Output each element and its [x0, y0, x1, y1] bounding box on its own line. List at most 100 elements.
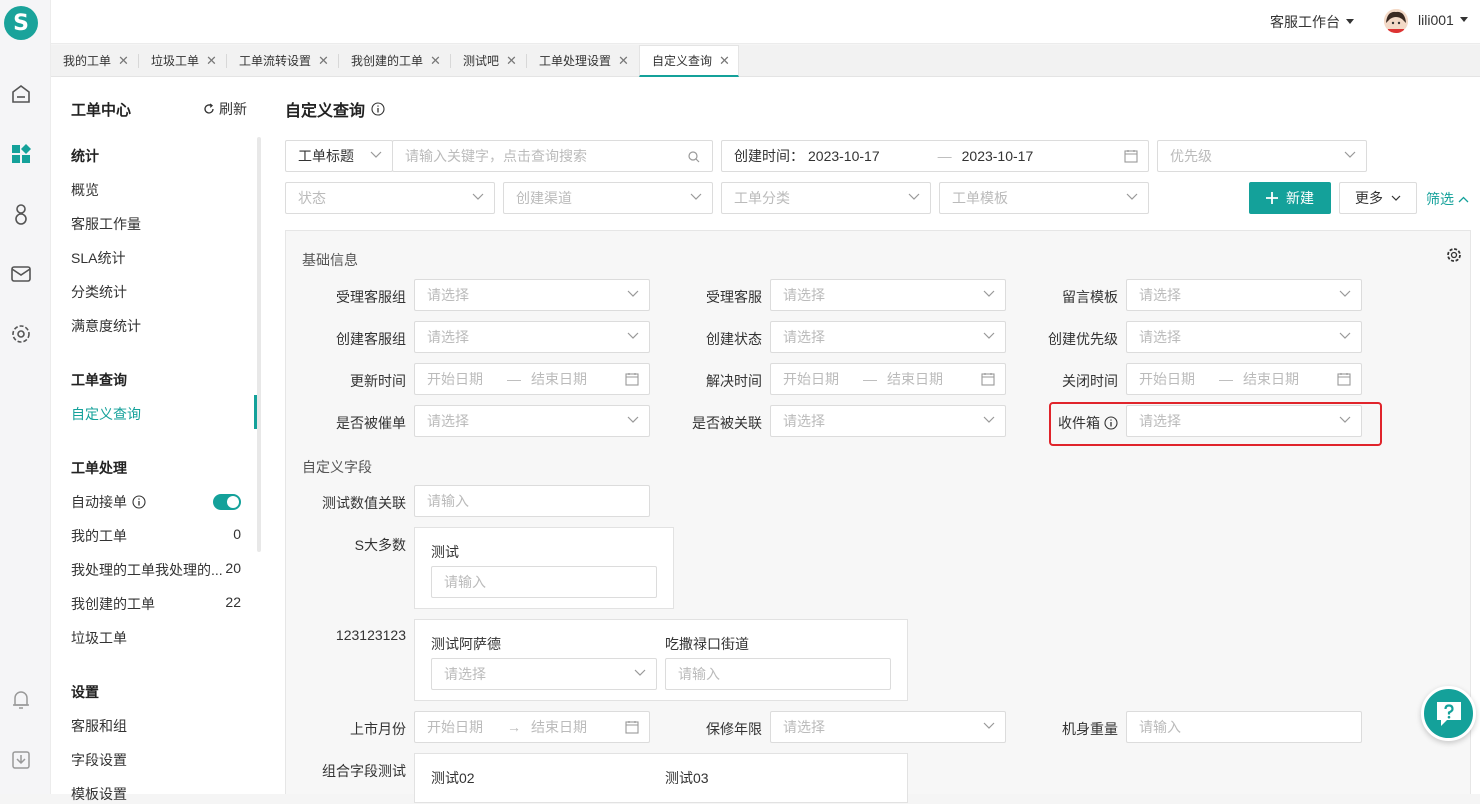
tab-flow-settings[interactable]: 工单流转设置 ✕ — [227, 45, 329, 76]
subfield-label: 测试 — [431, 544, 459, 560]
sidebar: 工单中心 刷新 统计 概览 客服工作量 SLA统计 分类统计 满意度统计 工单查… — [51, 77, 261, 802]
select-placeholder: 请选择 — [783, 719, 825, 735]
main-content: 自定义查询 工单标题 请输入关键字，点击查询搜索 创建时间： 2023-10-1… — [261, 77, 1480, 803]
urged-select[interactable]: 请选择 — [414, 405, 650, 437]
settings-gear-icon[interactable] — [8, 321, 34, 347]
sidebar-item-agents-groups[interactable]: 客服和组 — [71, 716, 241, 736]
chevron-down-icon — [1391, 195, 1401, 201]
range-separator: — — [937, 148, 952, 164]
sidebar-item-sla[interactable]: SLA统计 — [71, 248, 241, 268]
help-chat-icon — [1436, 701, 1461, 726]
agent-group-select[interactable]: 请选择 — [414, 279, 650, 311]
close-icon[interactable]: ✕ — [618, 53, 629, 69]
agent-select[interactable]: 请选择 — [770, 279, 1006, 311]
chevron-up-icon — [1458, 196, 1469, 202]
update-time-range[interactable]: 开始日期 — 结束日期 — [414, 363, 650, 395]
tab-label: 我创建的工单 — [351, 54, 424, 68]
field-label: 组合字段测试 — [322, 763, 406, 779]
create-priority-select[interactable]: 请选择 — [1126, 321, 1362, 353]
status-select[interactable]: 状态 — [285, 182, 495, 214]
sidebar-item-custom-query[interactable]: 自定义查询 — [71, 404, 241, 424]
bell-icon[interactable] — [8, 687, 34, 713]
search-icon[interactable] — [688, 151, 700, 163]
caret-down-icon — [1459, 17, 1468, 22]
app-logo[interactable]: S — [4, 6, 38, 40]
close-icon[interactable]: ✕ — [506, 53, 517, 69]
user-name: lili001 — [1418, 12, 1454, 28]
message-template-select[interactable]: 请选择 — [1126, 279, 1362, 311]
chevron-down-icon — [983, 290, 995, 297]
weight-input[interactable]: 请输入 — [1126, 711, 1362, 743]
page-title-text: 自定义查询 — [285, 103, 366, 120]
refresh-button[interactable]: 刷新 — [203, 99, 247, 119]
sidebar-item-template-settings[interactable]: 模板设置 — [71, 784, 241, 804]
template-select[interactable]: 工单模板 — [939, 182, 1149, 214]
sidebar-item-my-tickets[interactable]: 我的工单 0 — [71, 526, 241, 546]
sidebar-item-workload[interactable]: 客服工作量 — [71, 214, 241, 234]
s-sub-input[interactable]: 请输入 — [431, 566, 657, 598]
sidebar-item-handled-tickets[interactable]: 我处理的工单我处理的... 20 — [71, 560, 241, 580]
close-icon[interactable]: ✕ — [430, 53, 441, 69]
warranty-select[interactable]: 请选择 — [770, 711, 1006, 743]
field-label: 解决时间 — [706, 373, 762, 389]
close-icon[interactable]: ✕ — [206, 53, 217, 69]
home-icon[interactable] — [8, 81, 34, 107]
count-badge: 22 — [225, 594, 241, 610]
channel-select[interactable]: 创建渠道 — [503, 182, 713, 214]
sidebar-item-overview[interactable]: 概览 — [71, 180, 241, 200]
sidebar-item-label: 满意度统计 — [71, 318, 141, 334]
help-chat-button[interactable] — [1421, 686, 1476, 741]
close-icon[interactable]: ✕ — [719, 53, 730, 69]
tab-trash-tickets[interactable]: 垃圾工单 ✕ — [139, 45, 217, 76]
new-ticket-button[interactable]: 新建 — [1249, 182, 1331, 214]
top-bar: 客服工作台 lili001 — [51, 0, 1480, 44]
chevron-down-icon — [627, 290, 639, 297]
create-status-select[interactable]: 请选择 — [770, 321, 1006, 353]
close-time-range[interactable]: 开始日期 — 结束日期 — [1126, 363, 1362, 395]
contacts-icon[interactable] — [8, 201, 34, 227]
workspace-switcher[interactable]: 客服工作台 — [1270, 12, 1354, 32]
avatar[interactable] — [1384, 9, 1408, 33]
keyword-search-input[interactable]: 请输入关键字，点击查询搜索 — [392, 140, 713, 172]
asade-select[interactable]: 请选择 — [431, 658, 657, 690]
created-date-range[interactable]: 创建时间： 2023-10-17 — 2023-10-17 — [721, 140, 1149, 172]
numeric-link-input[interactable]: 请输入 — [414, 485, 650, 517]
sidebar-item-trash[interactable]: 垃圾工单 — [71, 628, 241, 648]
download-icon[interactable] — [8, 747, 34, 773]
select-placeholder: 优先级 — [1170, 148, 1212, 164]
priority-select[interactable]: 优先级 — [1157, 140, 1367, 172]
auto-accept-toggle[interactable] — [213, 494, 241, 510]
resolve-time-range[interactable]: 开始日期 — 结束日期 — [770, 363, 1006, 395]
select-placeholder: 请选择 — [444, 666, 486, 682]
tab-custom-query[interactable]: 自定义查询 ✕ — [639, 45, 739, 77]
sidebar-item-label: 客服和组 — [71, 718, 127, 734]
sidebar-item-created-tickets[interactable]: 我创建的工单 22 — [71, 594, 241, 614]
close-icon[interactable]: ✕ — [118, 53, 129, 69]
tab-process-settings[interactable]: 工单处理设置 ✕ — [527, 45, 629, 76]
tab-my-tickets[interactable]: 我的工单 ✕ — [51, 45, 129, 76]
linked-select[interactable]: 请选择 — [770, 405, 1006, 437]
date-to: 2023-10-17 — [961, 148, 1034, 164]
filter-toggle[interactable]: 筛选 — [1426, 189, 1469, 209]
dashboard-icon[interactable] — [8, 141, 34, 167]
select-placeholder: 请选择 — [427, 413, 469, 429]
app-rail: S — [0, 0, 51, 794]
gear-icon[interactable] — [1446, 247, 1462, 263]
tab-my-created[interactable]: 我创建的工单 ✕ — [339, 45, 441, 76]
field-type-select[interactable]: 工单标题 — [285, 140, 393, 172]
create-group-select[interactable]: 请选择 — [414, 321, 650, 353]
tab-test[interactable]: 测试吧 ✕ — [451, 45, 517, 76]
launch-month-range[interactable]: 开始日期 → 结束日期 — [414, 711, 650, 743]
mail-icon[interactable] — [8, 261, 34, 287]
sidebar-item-field-settings[interactable]: 字段设置 — [71, 750, 241, 770]
street-input[interactable]: 请输入 — [665, 658, 891, 690]
close-icon[interactable]: ✕ — [318, 53, 329, 69]
user-menu[interactable]: lili001 — [1418, 12, 1468, 28]
sidebar-item-category-stats[interactable]: 分类统计 — [71, 282, 241, 302]
tab-label: 我的工单 — [63, 54, 112, 68]
category-select[interactable]: 工单分类 — [721, 182, 931, 214]
field-label: 创建优先级 — [1048, 331, 1118, 347]
more-button[interactable]: 更多 — [1339, 182, 1417, 214]
sidebar-item-label: 自动接单 — [71, 494, 127, 510]
sidebar-item-satisfaction[interactable]: 满意度统计 — [71, 316, 241, 336]
